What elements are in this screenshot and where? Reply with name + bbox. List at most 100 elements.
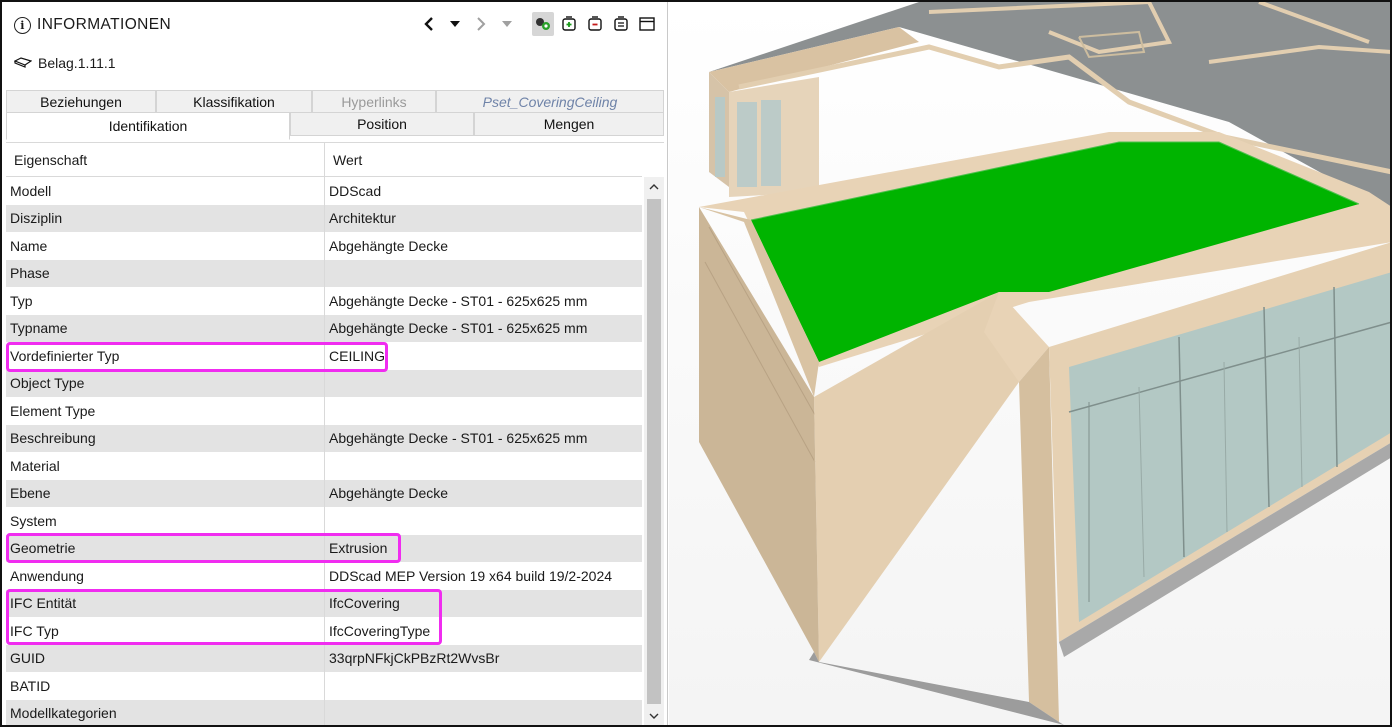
table-row[interactable]: GUID 33qrpNFkjCkPBzRt2WvsBr [6,644,642,672]
property-name: IFC Typ [10,622,59,639]
table-scrollbar[interactable] [644,177,664,725]
tab-beziehungen[interactable]: Beziehungen [6,90,156,114]
column-header-eigenschaft[interactable]: Eigenschaft [6,143,324,176]
properties-list-icon[interactable] [610,12,632,36]
information-panel: i INFORMATIONEN Belag.1.11.1 Beziehungen… [2,2,668,725]
property-name: Object Type [10,375,85,392]
property-value [324,452,642,480]
table-row[interactable]: Typname Abgehängte Decke - ST01 - 625x625… [6,314,642,342]
table-row[interactable]: Phase [6,259,642,287]
selected-element: Belag.1.11.1 [14,55,116,71]
expand-all-icon[interactable] [558,12,580,36]
previous-icon[interactable] [418,12,440,36]
property-name: System [10,512,57,529]
column-header-wert[interactable]: Wert [324,143,642,176]
link-objects-icon[interactable] [532,12,554,36]
scroll-up-icon[interactable] [644,177,664,197]
property-value [324,672,642,700]
property-value: IfcCovering [324,589,642,617]
table-row[interactable]: Disziplin Architektur [6,204,642,232]
property-value: CEILING [324,342,642,370]
property-value: Extrusion [324,534,642,562]
table-row[interactable]: Beschreibung Abgehängte Decke - ST01 - 62… [6,424,642,452]
table-row[interactable]: Material [6,452,642,480]
property-name: GUID [10,650,45,667]
tab-hyperlinks[interactable]: Hyperlinks [312,90,436,114]
property-name: Typname [10,320,68,337]
table-row[interactable]: IFC Typ IfcCoveringType [6,617,642,645]
window [715,97,725,177]
panel-header: i INFORMATIONEN [2,2,667,48]
table-row[interactable]: System [6,507,642,535]
table-row[interactable]: Anwendung DDScad MEP Version 19 x64 build… [6,562,642,590]
property-value: DDScad [324,177,642,205]
table-header: Eigenschaft Wert [6,143,642,177]
table-row[interactable]: Geometrie Extrusion [6,534,642,562]
property-value: Abgehängte Decke - ST01 - 625x625 mm [324,287,642,315]
property-name: Beschreibung [10,430,96,447]
building-model-view[interactable] [669,2,1392,725]
property-value [324,259,642,287]
property-name: BATID [10,677,51,694]
tab-position[interactable]: Position [290,112,474,136]
table-row[interactable]: Element Type [6,397,642,425]
table-row[interactable]: Name Abgehängte Decke [6,232,642,260]
scroll-down-icon[interactable] [644,706,664,725]
property-name: Material [10,457,60,474]
property-name: Phase [10,265,50,282]
tab-identifikation[interactable]: Identifikation [6,112,290,140]
property-name: Anwendung [10,567,84,584]
property-value: Abgehängte Decke - ST01 - 625x625 mm [324,424,642,452]
table-row[interactable]: Modellkategorien [6,699,642,725]
window-layout-icon[interactable] [636,12,658,36]
scroll-thumb[interactable] [647,199,661,704]
property-name: Element Type [10,402,96,419]
property-value [324,397,642,425]
curtain-wall[interactable] [1069,272,1392,622]
property-value: Abgehängte Decke [324,232,642,260]
property-value: Architektur [324,204,642,232]
covering-icon [14,57,32,68]
window [737,102,757,187]
panel-title: i INFORMATIONEN [14,16,171,34]
property-tabs: Beziehungen Klassifikation Hyperlinks Ps… [6,90,664,140]
tab-klassifikation[interactable]: Klassifikation [156,90,312,114]
property-value: IfcCoveringType [324,617,642,645]
property-table: Eigenschaft Wert Modell DDScad Disziplin Ar… [6,142,664,725]
table-row[interactable]: IFC Entität IfcCovering [6,589,642,617]
tab-mengen[interactable]: Mengen [474,112,664,136]
app-window: i INFORMATIONEN Belag.1.11.1 Beziehungen… [0,0,1392,727]
window [761,100,781,186]
table-row[interactable]: Ebene Abgehängte Decke [6,479,642,507]
next-dropdown-icon[interactable] [496,12,518,36]
property-name: Modell [10,182,52,199]
table-row[interactable]: Modell DDScad [6,177,642,205]
property-name: Name [10,237,48,254]
property-name: IFC Entität [10,595,77,612]
collapse-all-icon[interactable] [584,12,606,36]
table-row[interactable]: Typ Abgehängte Decke - ST01 - 625x625 mm [6,287,642,315]
property-value: 33qrpNFkjCkPBzRt2WvsBr [324,644,642,672]
property-value [324,507,642,535]
panel-toolbar [418,12,658,36]
property-value [324,699,642,725]
table-row[interactable]: BATID [6,672,642,700]
table-body: Modell DDScad Disziplin Architektur Name Abge… [6,177,642,725]
property-name: Modellkategorien [10,705,117,722]
previous-dropdown-icon[interactable] [444,12,466,36]
property-name: Vordefinierter Typ [10,347,120,364]
property-value: DDScad MEP Version 19 x64 build 19/2-202… [324,562,642,590]
table-row[interactable]: Object Type [6,369,642,397]
property-name: Disziplin [10,210,63,227]
property-value [324,369,642,397]
next-icon[interactable] [470,12,492,36]
3d-viewport[interactable] [669,2,1392,725]
table-row[interactable]: Vordefinierter Typ CEILING [6,342,642,370]
property-name: Ebene [10,485,51,502]
selected-element-name: Belag.1.11.1 [38,55,116,71]
tab-pset-coveringceiling[interactable]: Pset_CoveringCeiling [436,90,664,114]
property-name: Typ [10,292,33,309]
info-icon: i [14,16,31,34]
base-edge [809,652,1064,725]
property-value: Abgehängte Decke [324,479,642,507]
